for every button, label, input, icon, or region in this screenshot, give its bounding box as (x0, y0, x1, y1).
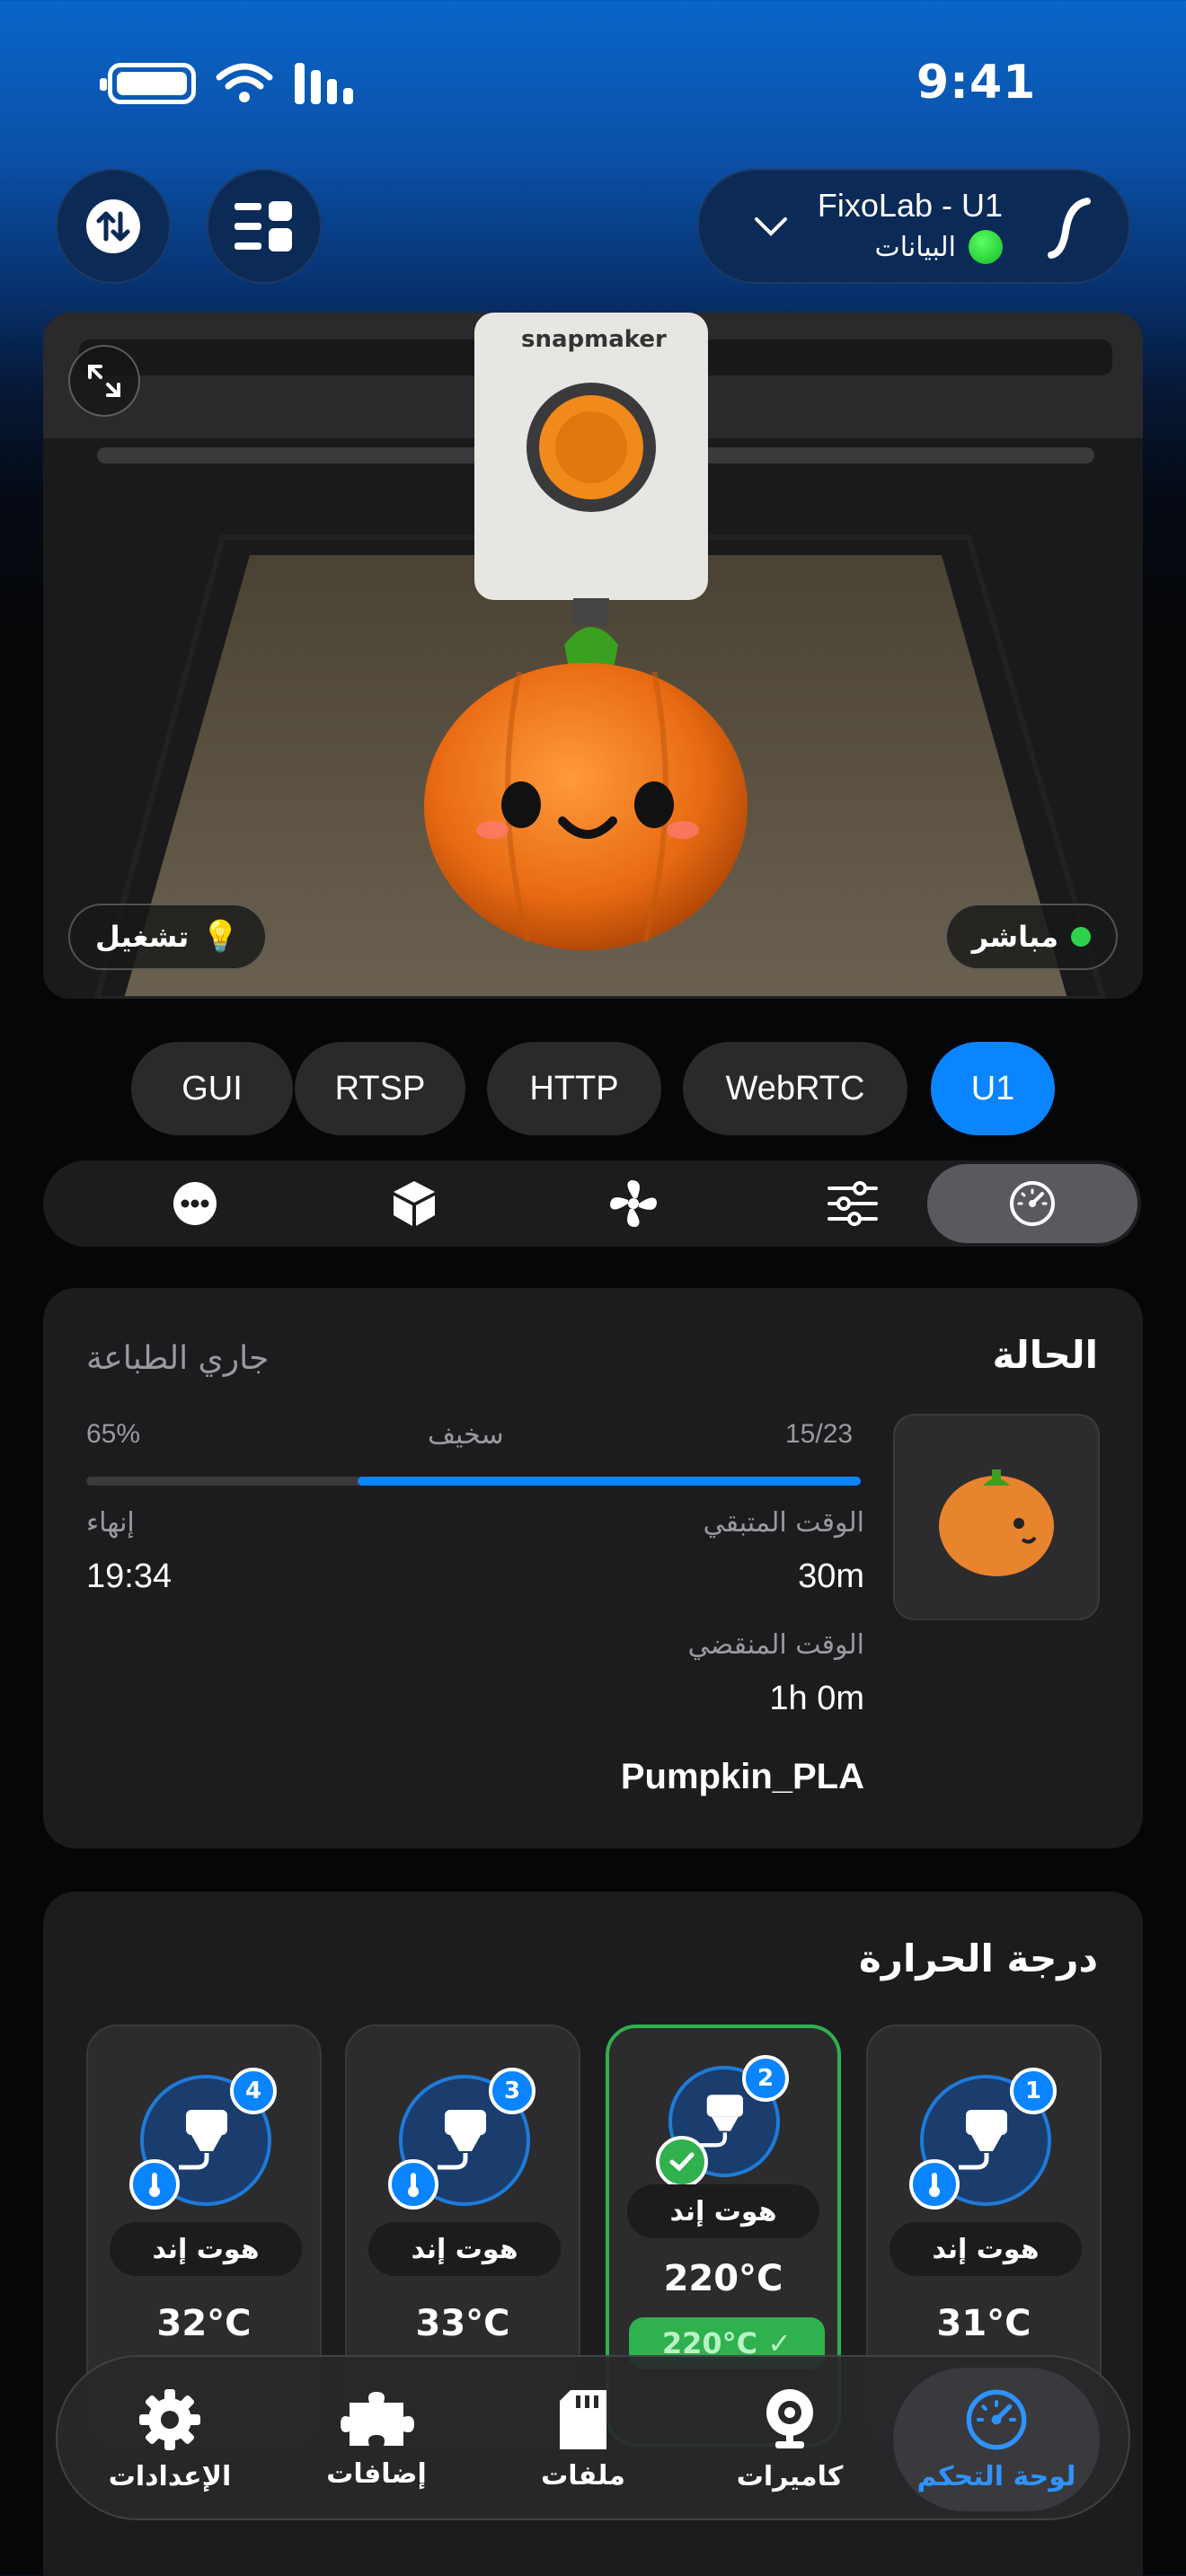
fan-tool-button[interactable] (528, 1164, 739, 1243)
hotend-temperature: 220°C (663, 2258, 783, 2299)
tab-label: كاميرات (736, 2460, 844, 2492)
fan-icon (610, 1180, 657, 1227)
elapsed-value: 1h 0m (769, 1680, 864, 1717)
temperature-title: درجة الحرارة (858, 1936, 1098, 1981)
sd-card-icon (560, 2389, 606, 2449)
printer-status: البيانات (875, 230, 1003, 264)
more-tool-button[interactable] (90, 1164, 300, 1243)
remaining-value: 30m (798, 1557, 864, 1595)
filament-tool-button[interactable] (309, 1164, 519, 1243)
gauge-icon (1010, 1181, 1055, 1226)
hotend-label: هوت إند (110, 2222, 302, 2276)
protocol-tab-http[interactable]: HTTP (487, 1042, 661, 1135)
extruder-number-badge: 1 (1010, 2068, 1057, 2114)
live-label: مباشر (971, 920, 1058, 954)
chevron-down-icon (755, 217, 787, 236)
quality-label: سخيف (428, 1419, 504, 1451)
tab-label: ملفات (541, 2459, 625, 2492)
klipper-logo-icon (1048, 198, 1091, 259)
elapsed-label: الوقت المنقضي (687, 1629, 864, 1661)
more-icon (173, 1182, 217, 1225)
battery-icon (100, 63, 196, 104)
tune-tool-button[interactable] (748, 1164, 958, 1243)
sliders-icon (828, 1181, 878, 1226)
extruder-number-badge: 3 (489, 2068, 535, 2114)
hotend-label: هوت إند (627, 2184, 819, 2238)
tab-dashboard[interactable]: لوحة التحكم (893, 2368, 1100, 2511)
tab-settings[interactable]: الإعدادات (66, 2368, 273, 2511)
status-title: الحالة (992, 1333, 1098, 1377)
check-icon (656, 2136, 708, 2188)
list-icon (235, 201, 292, 251)
hotend-label: هوت إند (368, 2222, 561, 2276)
list-view-button[interactable] (207, 169, 322, 284)
hotend-temperature: 31°C (936, 2303, 1031, 2344)
cube-icon (394, 1181, 435, 1226)
control-segment (43, 1160, 1141, 1247)
remaining-label: الوقت المتبقي (703, 1507, 864, 1539)
protocol-tab-u1[interactable]: U1 (931, 1042, 1055, 1135)
wifi-icon (216, 63, 273, 102)
tab-plugins[interactable]: إضافات (273, 2368, 480, 2511)
status-icons (100, 61, 356, 106)
protocol-tab-rtsp[interactable]: RTSP (295, 1042, 465, 1135)
webcam-icon (766, 2388, 813, 2448)
light-label: تشغيل (95, 920, 190, 954)
progress-percent: 65% (86, 1419, 141, 1449)
thermometer-icon (909, 2159, 960, 2210)
lightbulb-icon: 💡 (201, 919, 240, 955)
print-progress-bar (86, 1477, 861, 1486)
nozzle-icon (438, 2110, 486, 2170)
bottom-tab-bar: لوحة التحكم كاميرات ملفات إضافات الإعداد… (56, 2355, 1130, 2520)
protocol-tab-gui[interactable]: GUI (131, 1042, 293, 1135)
light-toggle[interactable]: تشغيل 💡 (68, 904, 267, 970)
finish-label: إنهاء (86, 1507, 135, 1539)
printer-connection-label: البيانات (874, 231, 956, 263)
nozzle-icon (700, 2095, 743, 2148)
hotend-temperature: 33°C (415, 2303, 510, 2344)
nozzle-icon (959, 2110, 1007, 2170)
tab-label: إضافات (326, 2457, 427, 2490)
puzzle-icon (341, 2391, 414, 2446)
print-progress-fill (357, 1477, 861, 1486)
finish-value: 19:34 (86, 1557, 173, 1595)
tab-label: لوحة التحكم (916, 2460, 1076, 2492)
print-thumbnail[interactable] (893, 1414, 1100, 1620)
print-state: جاري الطباعة (86, 1340, 270, 1377)
gear-icon (139, 2388, 200, 2450)
thermometer-icon (129, 2159, 180, 2210)
signal-icon (295, 63, 353, 104)
expand-icon (88, 365, 120, 397)
pumpkin-thumbnail-image (939, 1469, 1054, 1576)
printer-selector[interactable]: FixoLab - U1 البيانات (697, 169, 1130, 284)
sort-button[interactable] (56, 169, 171, 284)
tab-label: الإعدادات (108, 2460, 232, 2492)
status-time: 9:41 (916, 56, 1037, 110)
up-down-arrows-icon (86, 199, 140, 253)
protocol-tab-webrtc[interactable]: WebRTC (683, 1042, 907, 1135)
printer-name: FixoLab - U1 (817, 187, 1003, 224)
svg-text:snapmaker: snapmaker (521, 326, 667, 353)
nozzle-icon (179, 2110, 227, 2170)
live-badge: مباشر (944, 904, 1118, 970)
tab-files[interactable]: ملفات (480, 2368, 686, 2511)
online-dot (969, 230, 1003, 264)
live-dot (1071, 927, 1091, 947)
thermometer-icon (388, 2159, 438, 2210)
camera-image: snapmaker (43, 313, 1143, 999)
dashboard-tool-button[interactable] (927, 1164, 1137, 1243)
hotend-label: هوت إند (890, 2222, 1082, 2276)
tab-cameras[interactable]: كاميرات (686, 2368, 893, 2511)
camera-feed[interactable]: snapmaker تشغيل 💡 مباشر (43, 313, 1143, 999)
file-name: Pumpkin_PLA (620, 1757, 864, 1796)
extruder-number-badge: 4 (230, 2068, 277, 2114)
fullscreen-button[interactable] (68, 345, 140, 417)
layer-count: 15/23 (785, 1419, 854, 1449)
extruder-number-badge: 2 (742, 2055, 789, 2102)
hotend-temperature: 32°C (156, 2303, 252, 2344)
gauge-icon (966, 2389, 1027, 2449)
